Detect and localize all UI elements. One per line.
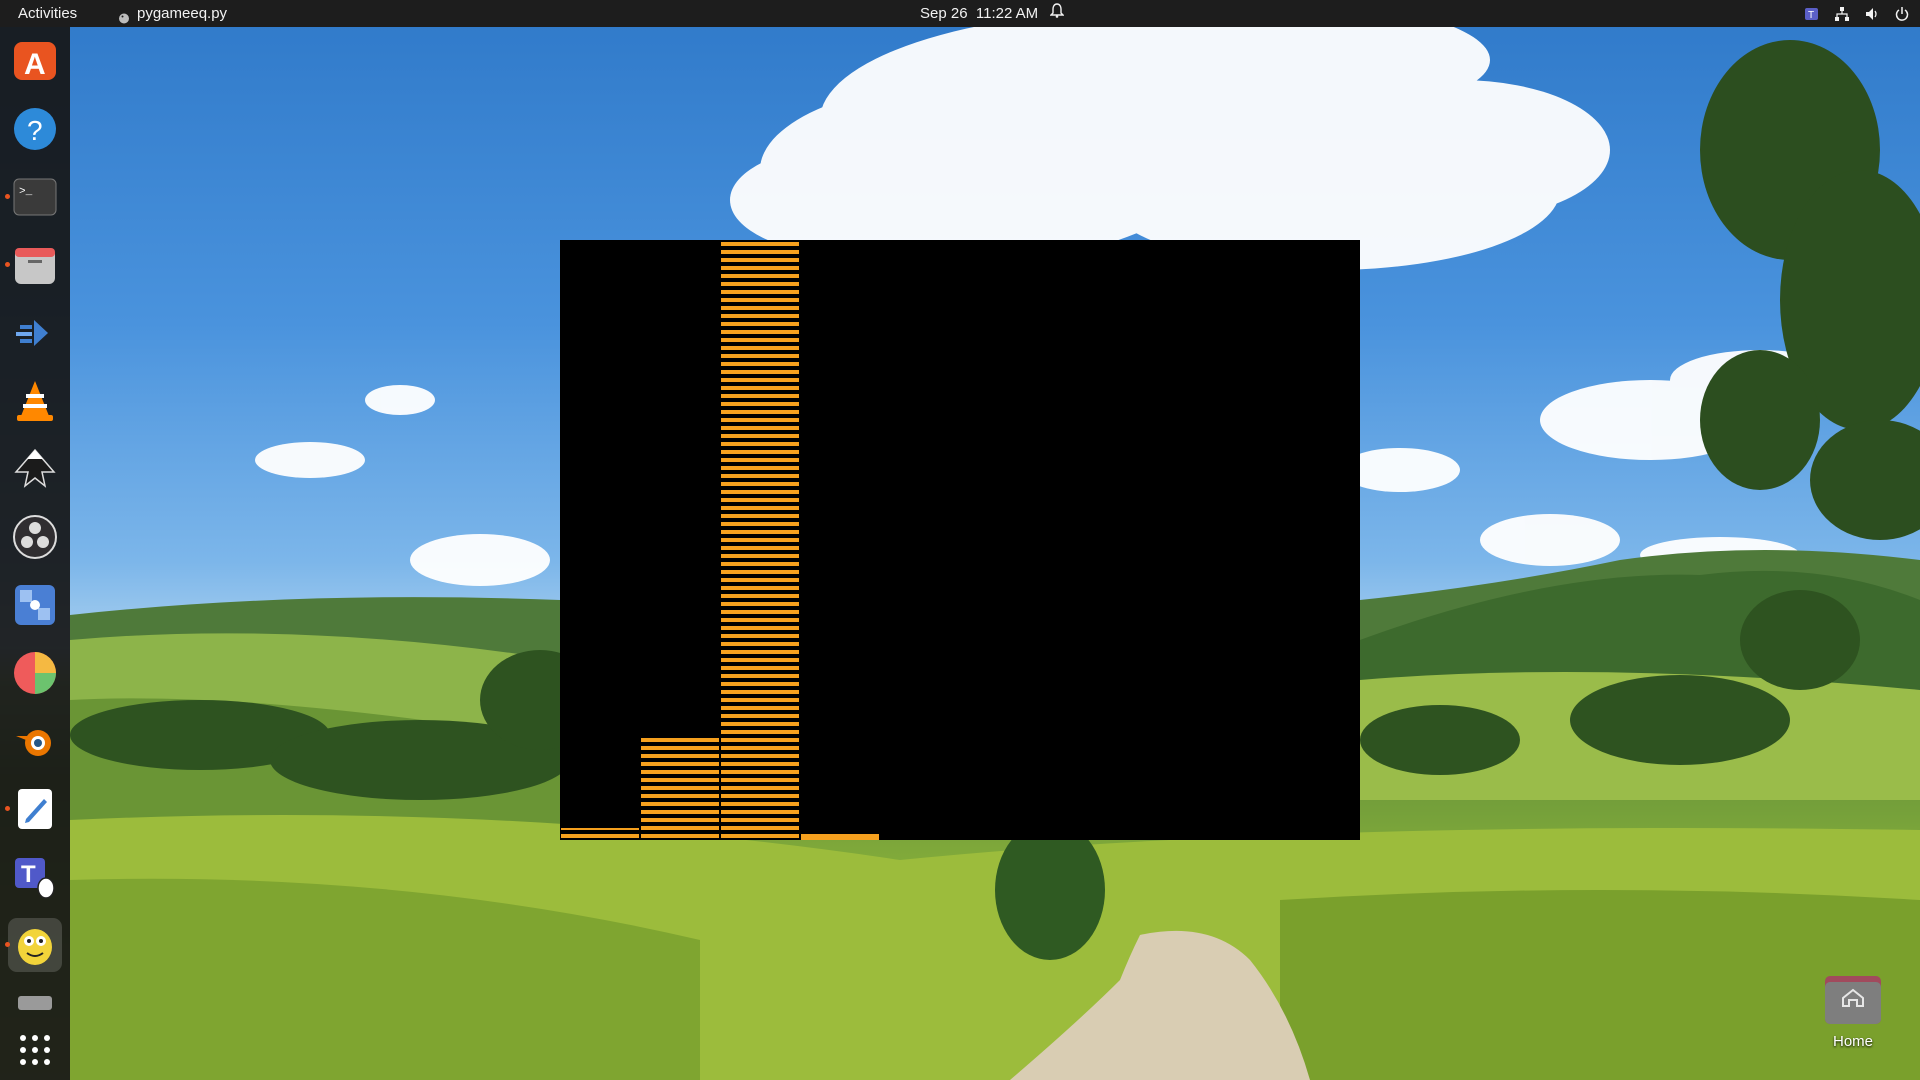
pygame-equalizer-window[interactable] bbox=[560, 240, 1360, 840]
dock-vlc[interactable] bbox=[8, 374, 62, 428]
show-applications-icon bbox=[20, 1035, 50, 1065]
drive-icon bbox=[18, 996, 52, 1010]
volume-icon[interactable] bbox=[1864, 6, 1880, 22]
dock-pie-chart-app[interactable] bbox=[8, 646, 62, 700]
dock-drive[interactable] bbox=[8, 987, 62, 1017]
dock-files[interactable] bbox=[5, 238, 62, 292]
terminal-icon: >_ bbox=[13, 178, 57, 216]
clock-label: Sep 26 11:22 AM bbox=[920, 5, 1039, 22]
power-icon[interactable] bbox=[1894, 6, 1910, 22]
python-icon bbox=[118, 7, 130, 24]
svg-text:A: A bbox=[24, 48, 46, 81]
equalizer-canvas bbox=[561, 242, 879, 840]
pygame-icon bbox=[18, 929, 52, 965]
dock-terminal[interactable]: >_ bbox=[5, 170, 62, 224]
svg-text:T: T bbox=[1808, 10, 1814, 21]
app-menu-label: pygameeq.py bbox=[137, 5, 228, 22]
dock-teams-linux[interactable]: T bbox=[8, 850, 62, 904]
dock-show-applications[interactable] bbox=[8, 1023, 62, 1077]
dock-obs[interactable] bbox=[8, 510, 62, 564]
notification-bell-icon bbox=[1049, 0, 1065, 27]
top-bar: Activities pygameeq.py Sep 26 11:22 AM T bbox=[0, 0, 1920, 27]
app-menu[interactable]: pygameeq.py bbox=[118, 0, 227, 27]
files-icon bbox=[15, 248, 55, 284]
running-indicator bbox=[5, 262, 10, 267]
app-grid-tool-icon bbox=[15, 585, 55, 625]
svg-text:>_: >_ bbox=[19, 186, 33, 198]
obs-icon bbox=[13, 515, 57, 559]
teams-linux-icon: T bbox=[15, 858, 55, 899]
text-editor-icon bbox=[18, 789, 52, 829]
inkscape-icon bbox=[14, 448, 56, 488]
desktop-home-folder[interactable]: Home bbox=[1814, 972, 1892, 1052]
clock[interactable]: Sep 26 11:22 AM bbox=[920, 0, 1065, 27]
svg-text:T: T bbox=[21, 861, 36, 888]
equalizer-bar-2 bbox=[641, 738, 719, 838]
equalizer-bar-1 bbox=[561, 828, 639, 838]
remote-desktop-icon bbox=[16, 320, 48, 346]
activities-button[interactable]: Activities bbox=[0, 0, 95, 27]
dock-inkscape[interactable] bbox=[8, 442, 62, 496]
dock-blender[interactable] bbox=[8, 714, 62, 768]
system-tray[interactable]: T bbox=[1804, 0, 1920, 27]
running-indicator bbox=[5, 806, 10, 811]
pie-chart-app-icon bbox=[14, 652, 56, 694]
dock-app-grid-tool[interactable] bbox=[8, 578, 62, 632]
dock-text-editor[interactable] bbox=[5, 782, 62, 836]
svg-text:?: ? bbox=[27, 115, 43, 146]
dock-remote-desktop[interactable] bbox=[8, 306, 62, 360]
teams-tray-icon[interactable]: T bbox=[1804, 6, 1820, 22]
home-folder-label: Home bbox=[1832, 1033, 1873, 1050]
vlc-icon bbox=[17, 381, 53, 421]
running-indicator bbox=[5, 942, 10, 947]
blender-icon bbox=[16, 730, 51, 756]
equalizer-bar-4 bbox=[801, 834, 879, 840]
network-icon[interactable] bbox=[1834, 6, 1850, 22]
dock-help[interactable]: ? bbox=[8, 102, 62, 156]
home-folder-icon bbox=[1825, 976, 1881, 1024]
help-icon: ? bbox=[14, 108, 56, 150]
equalizer-bar-3 bbox=[721, 242, 799, 838]
dock: A ? >_ T bbox=[0, 27, 70, 1080]
ubuntu-software-icon: A bbox=[14, 42, 56, 81]
running-indicator bbox=[5, 194, 10, 199]
dock-pygame[interactable] bbox=[5, 918, 62, 972]
dock-ubuntu-software[interactable]: A bbox=[8, 34, 62, 88]
